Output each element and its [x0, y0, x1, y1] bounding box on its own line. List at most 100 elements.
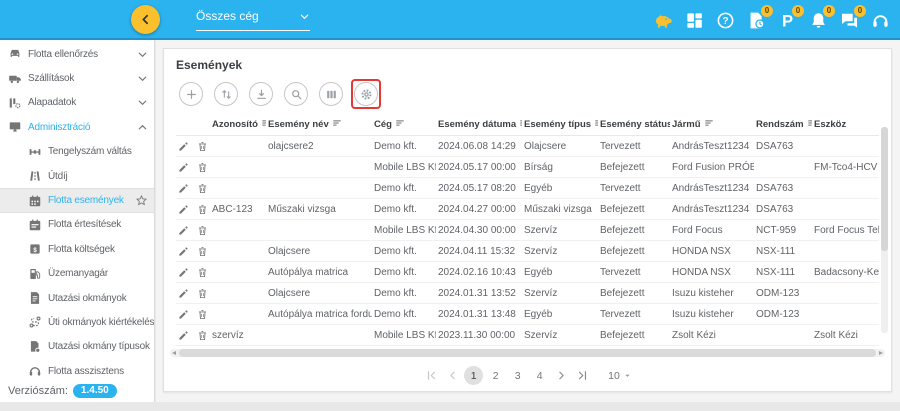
chat-button[interactable]: 0	[838, 4, 866, 32]
edit-row-button[interactable]	[178, 288, 189, 299]
sidebar-item-szallitasok[interactable]: Szállítások	[0, 66, 154, 90]
edit-row-button[interactable]	[178, 204, 189, 215]
headset-button[interactable]	[869, 9, 892, 32]
sidebar-item-flotta-esemenyek[interactable]: Flotta események	[0, 188, 154, 213]
page-title: Események	[176, 58, 243, 72]
edit-row-button[interactable]	[178, 183, 189, 194]
first-page-button[interactable]	[422, 367, 440, 385]
cell-jarmu: Isuzu kisteher	[670, 282, 754, 304]
cell-esemeny_tipus: Szervíz	[522, 282, 598, 304]
scroll-right-arrow-icon[interactable]	[879, 350, 883, 355]
delete-row-button[interactable]	[197, 225, 208, 236]
cell-esemeny_nev: Olajcsere	[266, 282, 372, 304]
tool-wrap	[176, 79, 206, 109]
bell-button[interactable]: 0	[807, 4, 835, 32]
sidebar-item-utazasi-okmany-tipusok[interactable]: Utazási okmány típusok	[0, 335, 154, 359]
sidebar-item-flotta-asszisztens[interactable]: Flotta asszisztens	[0, 359, 154, 383]
document-clock-button[interactable]: 0	[745, 4, 773, 32]
delete-row-button[interactable]	[197, 267, 208, 278]
sidebar-item-flotta-ellenorzes[interactable]: Flotta ellenőrzés	[0, 42, 154, 66]
chevron-down-icon	[137, 49, 148, 60]
next-page-button[interactable]	[552, 367, 570, 385]
parking-button[interactable]: P0	[776, 4, 804, 32]
back-button[interactable]	[131, 5, 160, 34]
company-selector[interactable]: Összes cég	[196, 9, 310, 31]
edit-row-button[interactable]	[178, 141, 189, 152]
help-button[interactable]: ?	[714, 9, 737, 32]
column-header-esemeny_statusz[interactable]: Esemény státusz	[598, 115, 670, 136]
horizontal-scrollbar-thumb[interactable]	[179, 349, 876, 357]
column-label: Jármű	[672, 119, 701, 130]
vertical-scrollbar[interactable]	[881, 127, 888, 333]
cell-azonosito	[210, 261, 266, 283]
column-header-ceg[interactable]: Cég	[372, 115, 436, 136]
table-row: szervíz Mobile LBS Kft.2023.11.30 00:00Sz…	[176, 324, 879, 346]
column-header-azonosito[interactable]: Azonosító	[210, 115, 266, 136]
delete-row-button[interactable]	[197, 204, 208, 215]
sidebar-item-adminisztracio[interactable]: Adminisztráció	[0, 115, 154, 139]
database-gear-icon	[8, 96, 22, 110]
table-row: Mobile LBS Kft.2024.05.17 00:00BírságBef…	[176, 156, 879, 178]
column-header-esemeny_nev[interactable]: Esemény név	[266, 115, 372, 136]
highlight-box	[351, 79, 381, 109]
sidebar-item-uti-okmanyok-kiertekelese[interactable]: Úti okmányok kiértékelése	[0, 310, 154, 334]
columns-button[interactable]	[319, 82, 343, 106]
vertical-scrollbar-thumb[interactable]	[881, 127, 888, 251]
svg-text:P: P	[782, 11, 793, 30]
sidebar-item-flotta-ertesitesek[interactable]: Flotta értesítések	[0, 213, 154, 237]
pagination-pages: 1234	[464, 366, 549, 385]
edit-row-button[interactable]	[178, 246, 189, 257]
cell-azonosito	[210, 282, 266, 304]
sort-button[interactable]	[214, 82, 238, 106]
delete-row-button[interactable]	[197, 141, 208, 152]
scroll-left-arrow-icon[interactable]	[172, 350, 176, 355]
delete-row-button[interactable]	[197, 246, 208, 257]
column-header-esemeny_tipus[interactable]: Esemény típus	[522, 115, 598, 136]
sidebar-item-utazasi-okmanyok[interactable]: Utazási okmányok	[0, 286, 154, 310]
delete-row-button[interactable]	[197, 183, 208, 194]
dashboard-button[interactable]	[683, 9, 706, 32]
cell-esemeny_tipus: Bírság	[522, 156, 598, 178]
delete-row-button[interactable]	[197, 288, 208, 299]
delete-row-button[interactable]	[197, 309, 208, 320]
travel-document-icon	[28, 291, 42, 305]
column-header-eszkoz[interactable]: Eszköz	[812, 115, 879, 136]
sidebar-item-utdij[interactable]: Útdíj	[0, 164, 154, 188]
page-button-1[interactable]: 1	[464, 366, 484, 385]
cell-esemeny_nev: Műszaki vizsga	[266, 198, 372, 220]
settings-button[interactable]	[354, 82, 378, 106]
sidebar-item-uzemanyagar[interactable]: Üzemanyagár	[0, 262, 154, 286]
search-button[interactable]	[284, 82, 308, 106]
delete-row-button[interactable]	[197, 162, 208, 173]
sidebar-item-alapadatok[interactable]: Alapadatok	[0, 91, 154, 115]
column-label: Rendszám	[756, 119, 804, 130]
page-size-selector[interactable]: 10	[608, 370, 633, 382]
last-page-button[interactable]	[573, 367, 591, 385]
edit-row-button[interactable]	[178, 330, 189, 341]
cell-jarmu: AndrásTeszt1234	[670, 177, 754, 199]
sidebar-item-tengelyszam-valtas[interactable]: Tengelyszám váltás	[0, 140, 154, 164]
page-button-2[interactable]: 2	[486, 366, 505, 385]
delete-row-button[interactable]	[197, 330, 208, 341]
download-button[interactable]	[249, 82, 273, 106]
add-button[interactable]	[179, 82, 203, 106]
edit-row-button[interactable]	[178, 309, 189, 320]
column-header-rendszam[interactable]: Rendszám	[754, 115, 812, 136]
edit-row-button[interactable]	[178, 267, 189, 278]
cell-esemeny_statusz: Tervezett	[598, 261, 670, 283]
piggy-bank-icon	[654, 11, 673, 30]
page-button-3[interactable]: 3	[508, 366, 527, 385]
column-header-esemeny_datuma[interactable]: Esemény dátuma	[436, 115, 522, 136]
cell-azonosito	[210, 177, 266, 199]
edit-row-button[interactable]	[178, 162, 189, 173]
piggy-bank-button[interactable]	[652, 9, 675, 32]
topbar-icon-strip: ? 0 P 0 0 0	[652, 0, 892, 40]
cell-esemeny_statusz: Befejezett	[598, 324, 670, 346]
page-button-4[interactable]: 4	[530, 366, 549, 385]
horizontal-scrollbar[interactable]	[170, 349, 885, 357]
column-header-jarmu[interactable]: Jármű	[670, 115, 754, 136]
edit-row-button[interactable]	[178, 225, 189, 236]
sidebar-item-flotta-koltsegek[interactable]: $ Flotta költségek	[0, 237, 154, 261]
cell-rendszam: NSX-111	[754, 261, 812, 283]
prev-page-button[interactable]	[443, 367, 461, 385]
